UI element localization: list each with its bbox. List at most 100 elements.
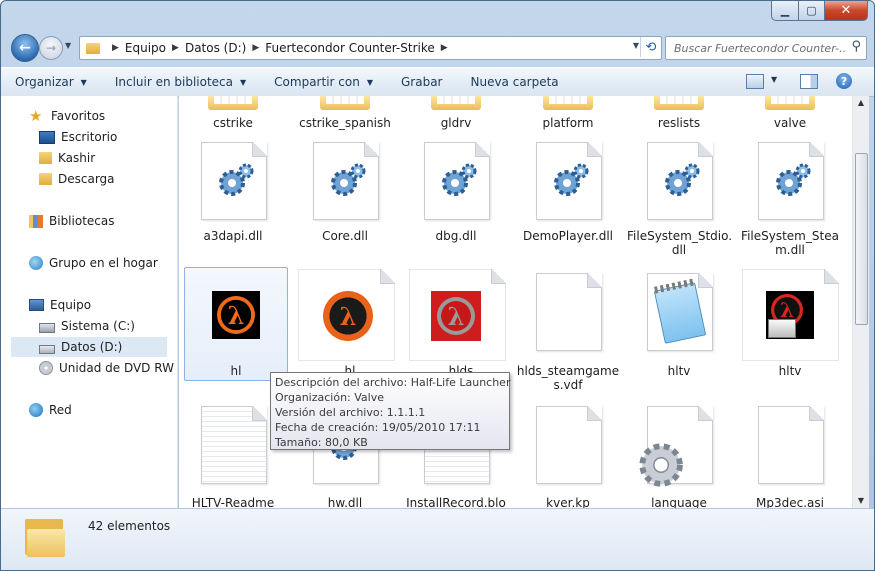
scroll-up-arrow-icon[interactable]: ▲ <box>853 96 869 110</box>
half-life-icon: λ <box>212 291 260 339</box>
homegroup-icon <box>29 256 43 270</box>
list-item[interactable]: valve <box>738 96 842 132</box>
refresh-icon: ⟲ <box>645 39 657 55</box>
sidebar-item-network[interactable]: Red <box>29 400 72 420</box>
search-input[interactable]: Buscar Fuertecondor Counter-... ⚲ <box>665 36 867 60</box>
vertical-scrollbar[interactable]: ▲ ▼ <box>852 96 869 508</box>
scroll-down-arrow-icon[interactable]: ▼ <box>853 494 869 508</box>
breadcrumb-equipo[interactable]: Equipo <box>125 41 166 55</box>
item-label: cstrike_spanish <box>299 116 391 130</box>
share-with-button[interactable]: Compartir con ▼ <box>260 75 387 89</box>
close-button[interactable]: ✕ <box>825 1 868 21</box>
folder-icon <box>25 517 67 557</box>
help-button[interactable]: ? <box>836 73 852 89</box>
sidebar-item-desktop[interactable]: Escritorio <box>39 127 117 147</box>
chevron-right-icon[interactable]: ▶ <box>172 43 179 53</box>
address-bar[interactable]: ▶ Equipo ▶ Datos (D:) ▶ Fuertecondor Cou… <box>79 36 662 60</box>
tooltip-created-date: Fecha de creación: 19/05/2010 17:11 <box>275 421 481 434</box>
list-item[interactable]: Mp3dec.asi <box>738 404 842 508</box>
descarga-label: Descarga <box>58 172 115 186</box>
details-pane: 42 elementos <box>1 508 874 570</box>
list-item[interactable]: reslists <box>627 96 731 132</box>
list-item[interactable]: cstrike_spanish <box>293 96 397 132</box>
view-options-dropdown[interactable]: ▼ <box>771 75 777 84</box>
list-item[interactable]: gldrv <box>404 96 508 132</box>
folder-icon <box>654 96 704 110</box>
gear-icon <box>331 163 366 196</box>
item-label: a3dapi.dll <box>203 229 263 243</box>
preview-pane-icon[interactable] <box>800 74 818 89</box>
breadcrumb-datos[interactable]: Datos (D:) <box>185 41 246 55</box>
breadcrumb-current-folder[interactable]: Fuertecondor Counter-Strike <box>265 41 435 55</box>
hltv-icon: λ <box>766 291 814 339</box>
list-item[interactable]: language <box>627 404 731 508</box>
change-view-icon[interactable] <box>746 74 764 89</box>
chevron-right-icon[interactable]: ▶ <box>112 43 119 53</box>
list-item[interactable]: platform <box>516 96 620 132</box>
search-icon[interactable]: ⚲ <box>851 39 861 54</box>
item-label: gldrv <box>440 116 472 130</box>
new-folder-button[interactable]: Nueva carpeta <box>456 75 572 89</box>
forward-arrow-icon: → <box>45 41 57 55</box>
gear-icon <box>442 163 477 196</box>
list-item[interactable]: kver.kp <box>516 404 620 508</box>
include-in-library-button[interactable]: Incluir en biblioteca ▼ <box>101 75 260 89</box>
list-item-selected[interactable]: λ hl <box>184 267 288 381</box>
dll-file-icon <box>647 142 713 220</box>
sidebar-item-dvd[interactable]: Unidad de DVD RW ( <box>39 358 178 378</box>
list-item[interactable]: DemoPlayer.dll <box>516 140 620 264</box>
list-item[interactable]: hltv <box>627 267 731 381</box>
gear-icon <box>554 163 589 196</box>
navigation-pane: ★ Favoritos Escritorio Kashir Descarga B… <box>1 96 178 508</box>
explorer-window: ▁ ▢ ✕ ← → ▼ ▶ Equipo ▶ Datos (D:) ▶ Fuer… <box>0 0 875 571</box>
scrollbar-thumb[interactable] <box>855 153 868 325</box>
item-label: Core.dll <box>322 229 368 243</box>
item-label: language <box>651 496 707 508</box>
item-label: platform <box>542 116 594 130</box>
list-item[interactable]: λ hl <box>298 267 402 381</box>
sidebar-item-computer[interactable]: Equipo <box>29 295 91 315</box>
list-item[interactable]: hlds_steamgame s.vdf <box>516 267 620 392</box>
item-count: 42 elementos <box>88 519 171 533</box>
list-item[interactable]: dbg.dll <box>404 140 508 264</box>
sidebar-item-system-c[interactable]: Sistema (C:) <box>39 316 135 336</box>
dvd-label: Unidad de DVD RW ( <box>59 361 178 375</box>
list-item[interactable]: FileSystem_Stdio. dll <box>627 140 732 264</box>
search-placeholder: Buscar Fuertecondor Counter-... <box>674 41 846 55</box>
dll-file-icon <box>313 142 379 220</box>
folder-icon <box>320 96 370 110</box>
navigation-bar: ← → ▼ ▶ Equipo ▶ Datos (D:) ▶ Fuertecond… <box>1 31 874 63</box>
chevron-down-icon: ▼ <box>80 77 87 87</box>
folder-icon <box>208 96 258 110</box>
lambda-icon: λ <box>217 296 255 334</box>
recent-pages-dropdown[interactable]: ▼ <box>65 41 71 50</box>
item-label: hltv <box>778 364 802 378</box>
list-item[interactable]: a3dapi.dll <box>181 140 285 264</box>
tooltip-description: Descripción del archivo: Half-Life Launc… <box>275 376 511 389</box>
forward-button[interactable]: → <box>39 36 63 60</box>
folder-icon <box>431 96 481 110</box>
sidebar-item-datos-d[interactable]: Datos (D:) <box>11 337 167 357</box>
sidebar-item-kashir[interactable]: Kashir <box>39 148 95 168</box>
organize-label: Organizar <box>15 75 74 89</box>
sidebar-item-libraries[interactable]: Bibliotecas <box>29 211 114 231</box>
sidebar-item-descarga[interactable]: Descarga <box>39 169 115 189</box>
burn-button[interactable]: Grabar <box>387 75 457 89</box>
refresh-button[interactable]: ⟲ <box>640 37 661 57</box>
sidebar-item-homegroup[interactable]: Grupo en el hogar <box>29 253 158 273</box>
maximize-button[interactable]: ▢ <box>799 1 825 21</box>
list-item[interactable]: λ hlds <box>409 267 513 381</box>
chevron-right-icon[interactable]: ▶ <box>252 43 259 53</box>
list-item[interactable]: FileSystem_Stea m.dll <box>738 140 842 264</box>
organize-button[interactable]: Organizar ▼ <box>1 75 101 89</box>
back-button[interactable]: ← <box>11 34 39 62</box>
sidebar-item-favorites[interactable]: ★ Favoritos <box>29 106 105 126</box>
item-label: InstallRecord.blo <box>406 496 506 508</box>
list-item[interactable]: λ hltv <box>738 267 842 381</box>
generic-file-icon <box>536 273 602 351</box>
list-item[interactable]: cstrike <box>181 96 285 132</box>
chevron-right-icon[interactable]: ▶ <box>441 43 448 53</box>
address-history-dropdown[interactable]: ▼ <box>633 41 639 50</box>
list-item[interactable]: Core.dll <box>293 140 397 264</box>
minimize-button[interactable]: ▁ <box>771 1 799 21</box>
